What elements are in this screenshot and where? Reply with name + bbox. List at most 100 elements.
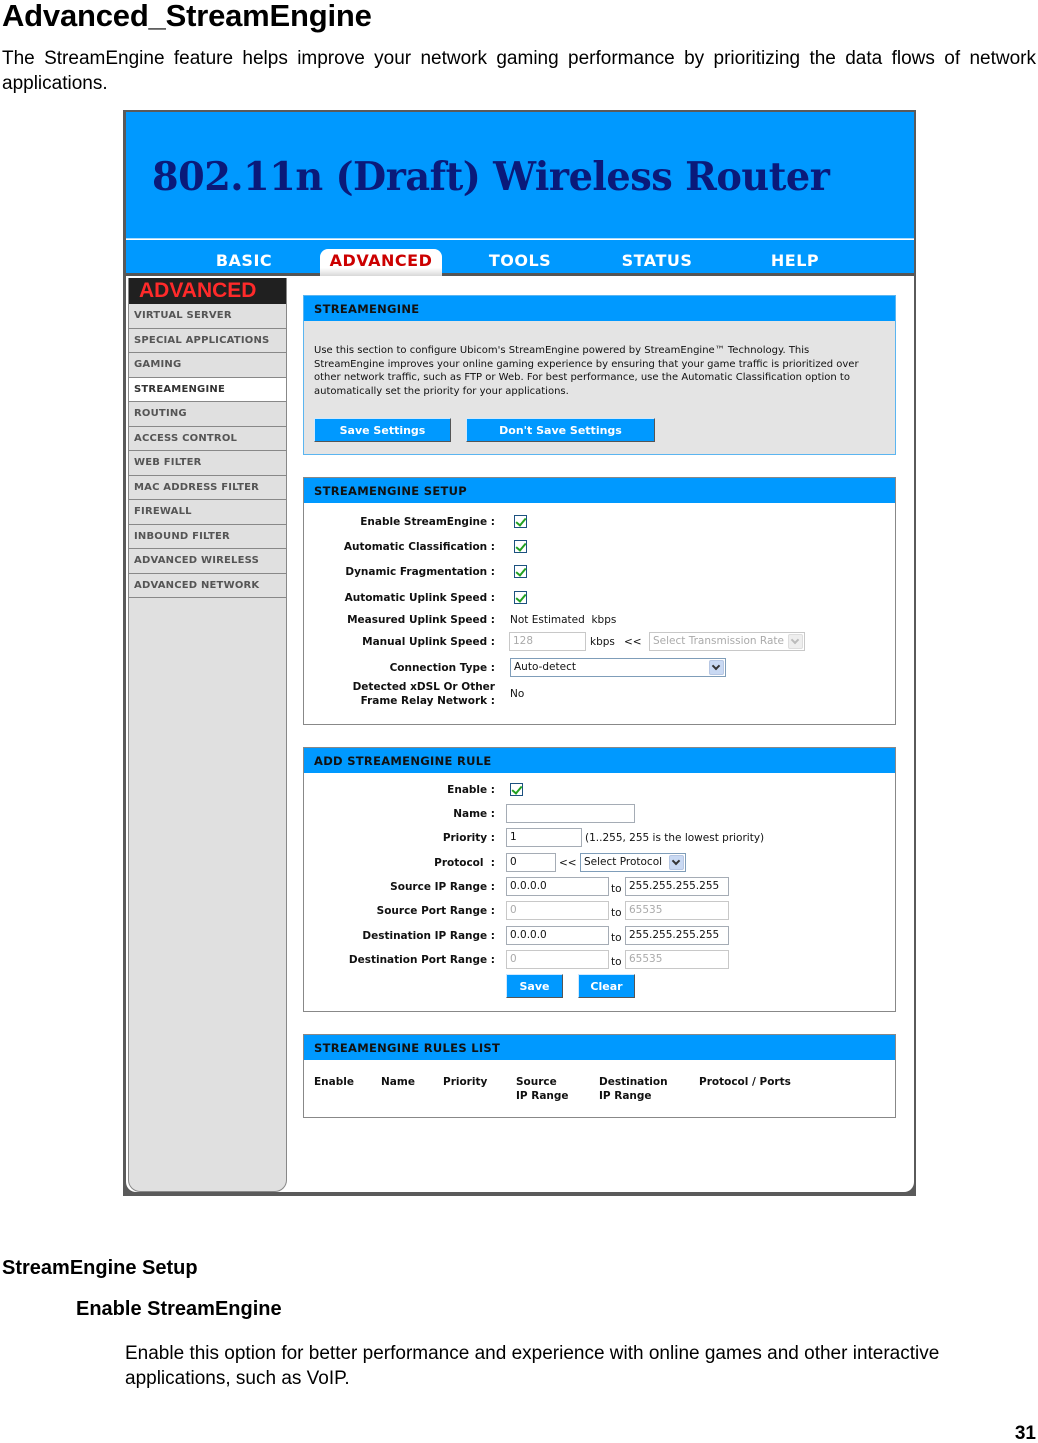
sidebar-item-inbound-filter[interactable]: INBOUND FILTER bbox=[129, 525, 286, 549]
sidebar-item-access-control[interactable]: ACCESS CONTROL bbox=[129, 427, 286, 451]
rule-name-label: Name : bbox=[453, 808, 495, 820]
manual-uplink-unit: kbps bbox=[590, 636, 615, 648]
enable-streamengine-checkbox[interactable] bbox=[514, 515, 527, 528]
rule-protocol-label: Protocol : bbox=[434, 857, 495, 869]
destination-port-start-input[interactable]: 0 bbox=[506, 950, 609, 969]
automatic-uplink-speed-label: Automatic Uplink Speed : bbox=[344, 592, 495, 604]
section-heading: StreamEngine Setup bbox=[2, 1257, 198, 1279]
chevron-down-icon bbox=[669, 855, 684, 870]
sidebar-item-advanced-network[interactable]: ADVANCED NETWORK bbox=[129, 574, 286, 598]
dont-save-settings-button[interactable]: Don't Save Settings bbox=[466, 418, 655, 442]
column-header-text: Protocol / Ports bbox=[699, 1076, 791, 1088]
tab-advanced[interactable]: ADVANCED bbox=[320, 249, 442, 276]
sidebar-item-virtual-server[interactable]: VIRTUAL SERVER bbox=[129, 304, 286, 329]
sidebar-item-streamengine[interactable]: STREAMENGINE bbox=[129, 377, 286, 402]
tab-tools[interactable]: TOOLS bbox=[478, 249, 562, 276]
document-title: Advanced_StreamEngine bbox=[2, 0, 372, 33]
xdsl-detected-value: No bbox=[510, 688, 525, 700]
xdsl-label-line1: Detected xDSL Or Other bbox=[352, 681, 495, 693]
rule-priority-input[interactable]: 1 bbox=[506, 828, 582, 847]
destination-ip-start-input[interactable]: 0.0.0.0 bbox=[506, 926, 609, 945]
column-header-protocol-ports: Protocol / Ports bbox=[699, 1075, 791, 1089]
tab-status[interactable]: STATUS bbox=[610, 249, 704, 276]
sidebar-item-advanced-wireless[interactable]: ADVANCED WIRELESS bbox=[129, 549, 286, 574]
sidebar-item-mac-address-filter[interactable]: MAC ADDRESS FILTER bbox=[129, 476, 286, 500]
rule-clear-button[interactable]: Clear bbox=[578, 974, 635, 998]
banner-title: 802.11n (Draft) Wireless Router bbox=[152, 154, 830, 200]
router-screenshot: 802.11n (Draft) Wireless Router BASIC AD… bbox=[123, 110, 916, 1196]
dynamic-fragmentation-checkbox[interactable] bbox=[514, 565, 527, 578]
subsection-text: Enable this option for better performanc… bbox=[125, 1343, 940, 1389]
destination-ip-end-input[interactable]: 255.255.255.255 bbox=[625, 926, 729, 945]
xdsl-label-line2: Frame Relay Network : bbox=[360, 695, 495, 707]
to-label: to bbox=[611, 932, 622, 944]
rule-enable-label: Enable : bbox=[447, 784, 495, 796]
to-label: to bbox=[611, 956, 622, 968]
source-port-range-label: Source Port Range : bbox=[376, 905, 495, 917]
xdsl-detected-label: Detected xDSL Or Other Frame Relay Networ… bbox=[353, 680, 495, 708]
to-label: to bbox=[611, 907, 622, 919]
rule-name-input[interactable] bbox=[506, 804, 635, 823]
intro-description: Use this section to configure Ubicom's S… bbox=[314, 345, 859, 397]
source-ip-start-input[interactable]: 0.0.0.0 bbox=[506, 877, 609, 896]
column-header-destination-ip-range: Destination IP Range bbox=[599, 1075, 668, 1103]
sidebar-item-special-applications[interactable]: SPECIAL APPLICATIONS bbox=[129, 329, 286, 353]
tab-basic[interactable]: BASIC bbox=[206, 249, 282, 276]
sidebar-item-gaming[interactable]: GAMING bbox=[129, 353, 286, 378]
enable-streamengine-label: Enable StreamEngine : bbox=[360, 516, 495, 528]
transmission-rate-select-value: Select Transmission Rate bbox=[653, 635, 784, 647]
chevron-down-icon bbox=[788, 634, 803, 649]
tab-help[interactable]: HELP bbox=[762, 249, 828, 276]
connection-type-label: Connection Type : bbox=[389, 662, 495, 674]
column-header-text: Priority bbox=[443, 1076, 488, 1088]
streamengine-rules-list-panel: STREAMENGINE RULES LIST Enable Name Prio… bbox=[303, 1034, 896, 1118]
protocol-select-value: Select Protocol bbox=[584, 856, 663, 868]
column-header-source-ip-range: Source IP Range bbox=[516, 1075, 569, 1103]
connection-type-select-value: Auto-detect bbox=[514, 661, 576, 673]
column-header-name: Name bbox=[381, 1075, 415, 1089]
column-header-enable: Enable bbox=[314, 1075, 354, 1089]
priority-hint: (1..255, 255 is the lowest priority) bbox=[585, 832, 765, 844]
manual-uplink-speed-input[interactable]: 128 bbox=[509, 632, 586, 651]
rule-protocol-input[interactable]: 0 bbox=[506, 853, 556, 872]
manual-uplink-speed-label: Manual Uplink Speed : bbox=[362, 636, 495, 648]
dynamic-fragmentation-label: Dynamic Fragmentation : bbox=[345, 566, 495, 578]
source-port-end-input[interactable]: 65535 bbox=[625, 901, 729, 920]
document-intro: The StreamEngine feature helps improve y… bbox=[2, 48, 1036, 94]
column-header-priority: Priority bbox=[443, 1075, 487, 1089]
automatic-uplink-speed-checkbox[interactable] bbox=[514, 591, 527, 604]
sidebar-item-web-filter[interactable]: WEB FILTER bbox=[129, 451, 286, 476]
source-ip-end-input[interactable]: 255.255.255.255 bbox=[625, 877, 729, 896]
save-settings-button[interactable]: Save Settings bbox=[314, 418, 451, 442]
source-port-start-input[interactable]: 0 bbox=[506, 901, 609, 920]
column-header-text: Name bbox=[381, 1076, 415, 1088]
sidebar-item-firewall[interactable]: FIREWALL bbox=[129, 500, 286, 525]
sidebar: ADVANCED VIRTUAL SERVER SPECIAL APPLICAT… bbox=[128, 278, 287, 1192]
to-label: to bbox=[611, 883, 622, 895]
measured-uplink-speed-value: Not Estimated kbps bbox=[510, 614, 617, 626]
sidebar-item-routing[interactable]: ROUTING bbox=[129, 402, 286, 427]
column-header-text: Enable bbox=[314, 1076, 354, 1088]
panel-title: STREAMENGINE SETUP bbox=[304, 478, 895, 503]
measured-uplink-speed-label: Measured Uplink Speed : bbox=[347, 614, 495, 626]
panel-title: STREAMENGINE RULES LIST bbox=[304, 1035, 895, 1060]
source-ip-range-label: Source IP Range : bbox=[390, 881, 495, 893]
rule-enable-checkbox[interactable] bbox=[510, 783, 523, 796]
rule-save-button[interactable]: Save bbox=[506, 974, 563, 998]
destination-port-range-label: Destination Port Range : bbox=[348, 954, 495, 966]
streamengine-setup-panel: STREAMENGINE SETUP Enable StreamEngine :… bbox=[303, 477, 896, 725]
column-header-text: Source bbox=[516, 1076, 557, 1088]
connection-type-select[interactable]: Auto-detect bbox=[510, 658, 726, 677]
add-streamengine-rule-panel: ADD STREAMENGINE RULE Enable : Name : Pr… bbox=[303, 747, 896, 1012]
destination-port-end-input[interactable]: 65535 bbox=[625, 950, 729, 969]
automatic-classification-checkbox[interactable] bbox=[514, 540, 527, 553]
protocol-select[interactable]: Select Protocol bbox=[580, 853, 686, 872]
transmission-rate-select[interactable]: Select Transmission Rate bbox=[649, 632, 805, 651]
protocol-copy-arrow: << bbox=[559, 857, 577, 869]
streamengine-intro-panel: STREAMENGINE Use this section to configu… bbox=[303, 295, 896, 455]
panel-title: STREAMENGINE bbox=[304, 296, 895, 321]
column-header-text: IP Range bbox=[599, 1090, 652, 1102]
subsection-heading: Enable StreamEngine bbox=[76, 1298, 282, 1320]
sidebar-heading: ADVANCED bbox=[129, 278, 286, 304]
automatic-classification-label: Automatic Classification : bbox=[343, 541, 495, 553]
